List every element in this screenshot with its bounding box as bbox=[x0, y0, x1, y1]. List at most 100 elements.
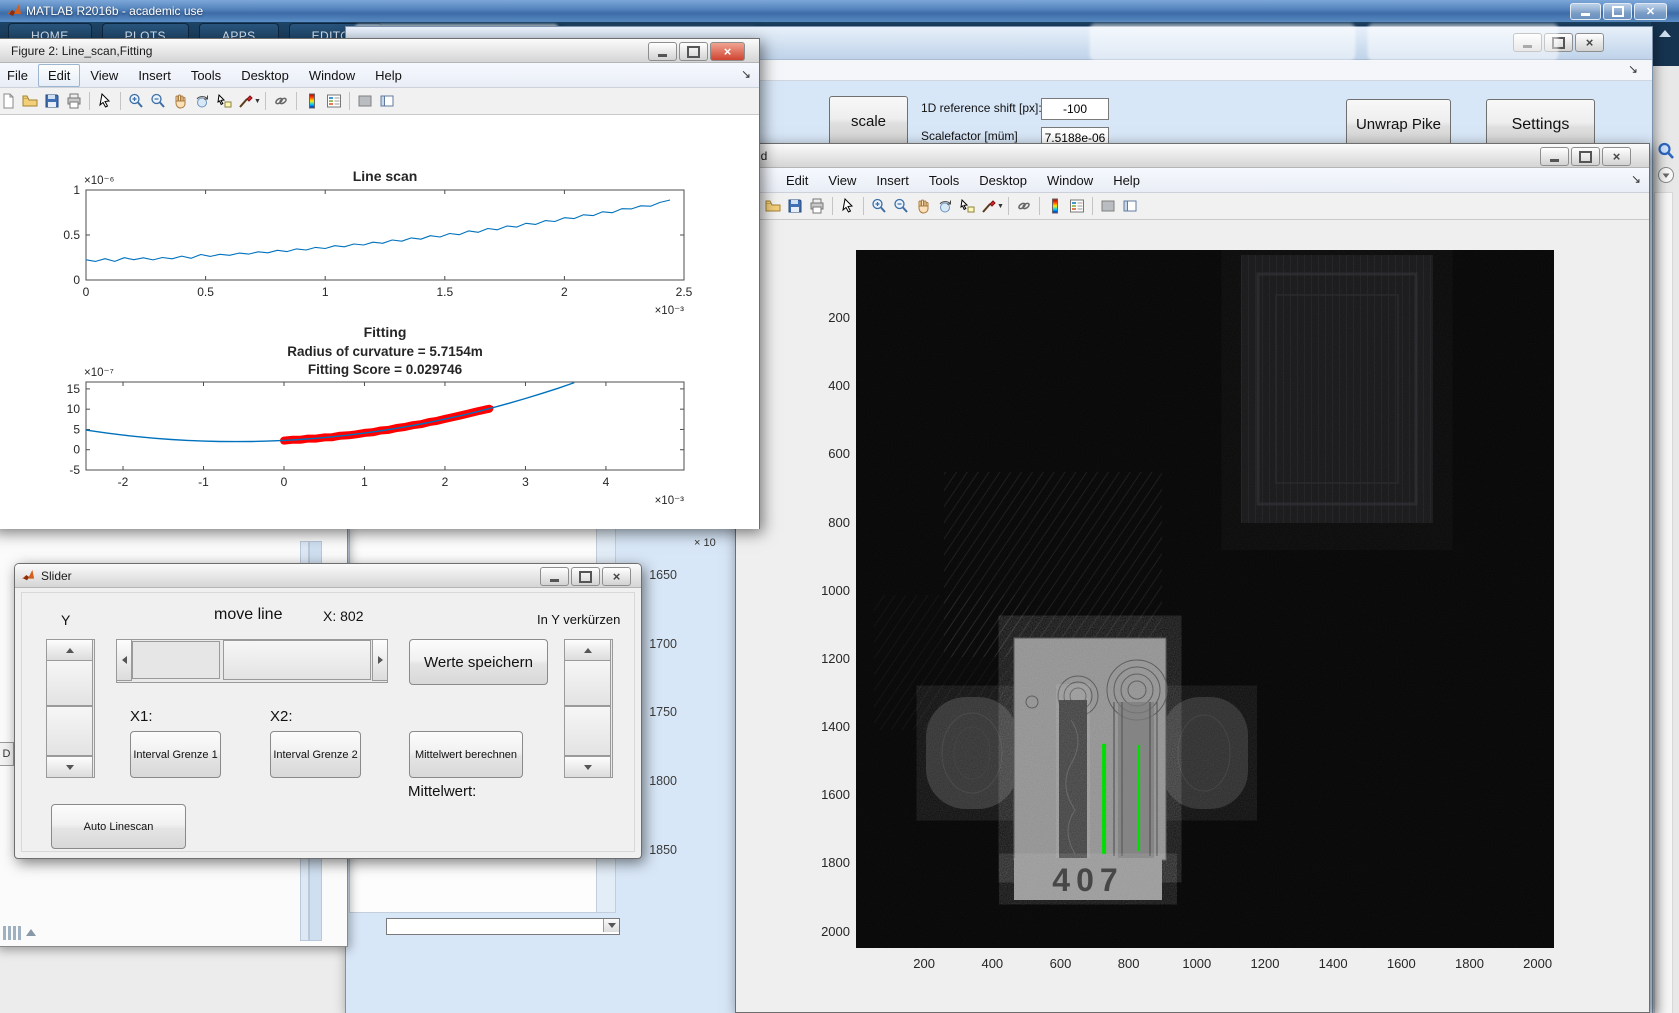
splitter-grip-icon[interactable] bbox=[18, 926, 21, 940]
menu-item-file[interactable]: File bbox=[0, 64, 38, 87]
unwrap-pike-button[interactable]: Unwrap Pike bbox=[1346, 99, 1451, 149]
open-folder-icon[interactable] bbox=[19, 91, 41, 111]
slider-down-icon[interactable] bbox=[46, 756, 93, 778]
menu-item-tools[interactable]: Tools bbox=[919, 169, 969, 192]
search-icon[interactable] bbox=[1657, 142, 1675, 160]
menu-item-desktop[interactable]: Desktop bbox=[231, 64, 299, 87]
menu-item-edit[interactable]: Edit bbox=[37, 63, 81, 87]
docked-panel-tab[interactable]: D bbox=[0, 742, 14, 766]
slider-up-icon[interactable] bbox=[564, 639, 611, 661]
print-icon[interactable] bbox=[806, 196, 828, 216]
colorbar-icon[interactable] bbox=[301, 91, 323, 111]
menu-item-help[interactable]: Help bbox=[1103, 169, 1150, 192]
zoom-out-icon[interactable] bbox=[890, 196, 912, 216]
slider-thumb[interactable] bbox=[223, 640, 371, 680]
slider-left-icon[interactable] bbox=[116, 639, 132, 681]
splitter-grip-icon[interactable] bbox=[3, 926, 6, 940]
minimize-icon[interactable] bbox=[540, 567, 569, 586]
gui-combobox[interactable] bbox=[386, 918, 620, 935]
menu-item-window[interactable]: Window bbox=[1037, 169, 1103, 192]
zoom-in-icon[interactable] bbox=[125, 91, 147, 111]
y-label: Y bbox=[61, 612, 71, 628]
menu-item-help[interactable]: Help bbox=[365, 64, 412, 87]
new-doc-icon[interactable] bbox=[0, 91, 19, 111]
move-line-slider[interactable] bbox=[116, 639, 388, 683]
interval-limit2-button[interactable]: Interval Grenze 2 bbox=[270, 731, 361, 778]
collapse-ribbon-icon[interactable] bbox=[1659, 30, 1671, 37]
zoom-out-icon[interactable] bbox=[147, 91, 169, 111]
slider-right-icon[interactable] bbox=[372, 639, 388, 681]
menu-item-edit[interactable]: Edit bbox=[776, 169, 818, 192]
image-y-tick-label: 400 bbox=[828, 378, 850, 394]
dock-arrow-icon[interactable]: ↘ bbox=[1631, 172, 1641, 186]
interval-limit1-button[interactable]: Interval Grenze 1 bbox=[130, 731, 221, 778]
pointer-icon[interactable] bbox=[837, 196, 859, 216]
close-icon[interactable]: × bbox=[1575, 33, 1604, 52]
slider-thumb[interactable] bbox=[564, 706, 611, 756]
pointer-icon[interactable] bbox=[94, 91, 116, 111]
zoom-in-icon[interactable] bbox=[868, 196, 890, 216]
close-icon[interactable]: ✕ bbox=[1634, 3, 1667, 20]
data-cursor-icon[interactable] bbox=[956, 196, 978, 216]
scale-button[interactable]: scale bbox=[829, 96, 908, 146]
expand-statusbar-icon[interactable] bbox=[26, 929, 36, 936]
minimize-icon[interactable] bbox=[648, 42, 677, 61]
combobox-arrow-icon[interactable] bbox=[603, 919, 619, 932]
calc-mean-button[interactable]: Mittelwert berechnen bbox=[409, 731, 523, 778]
menu-item-insert[interactable]: Insert bbox=[128, 64, 181, 87]
brush-dropdown-icon[interactable]: ▼ bbox=[997, 203, 1004, 210]
plottools-off-icon[interactable] bbox=[1097, 196, 1119, 216]
y-slider[interactable] bbox=[46, 639, 95, 778]
menu-item-window[interactable]: Window bbox=[299, 64, 365, 87]
slider-up-icon[interactable] bbox=[46, 639, 93, 661]
maximize-icon[interactable] bbox=[571, 567, 600, 586]
link-plots-icon[interactable] bbox=[270, 91, 292, 111]
rotate-3d-icon[interactable] bbox=[934, 196, 956, 216]
svg-text:0.5: 0.5 bbox=[197, 285, 214, 299]
expand-panel-icon[interactable] bbox=[1657, 166, 1675, 184]
maximize-icon[interactable] bbox=[1571, 147, 1600, 166]
slider-down-icon[interactable] bbox=[564, 756, 611, 778]
open-folder-icon[interactable] bbox=[762, 196, 784, 216]
save-icon[interactable] bbox=[784, 196, 806, 216]
save-values-button[interactable]: Werte speichern bbox=[409, 639, 548, 685]
data-cursor-icon[interactable] bbox=[213, 91, 235, 111]
link-plots-icon[interactable] bbox=[1013, 196, 1035, 216]
slider-thumb[interactable] bbox=[46, 660, 93, 706]
restore-icon[interactable] bbox=[1603, 3, 1632, 20]
legend-icon[interactable] bbox=[323, 91, 345, 111]
minimize-icon[interactable] bbox=[1570, 3, 1601, 20]
legend-icon[interactable] bbox=[1066, 196, 1088, 216]
menu-item-view[interactable]: View bbox=[80, 64, 128, 87]
slider-thumb[interactable] bbox=[46, 706, 93, 756]
close-icon[interactable]: × bbox=[710, 42, 745, 61]
pan-hand-icon[interactable] bbox=[912, 196, 934, 216]
pan-hand-icon[interactable] bbox=[169, 91, 191, 111]
menu-item-insert[interactable]: Insert bbox=[866, 169, 919, 192]
auto-linescan-button[interactable]: Auto Linescan bbox=[51, 804, 186, 849]
plottools-off-icon[interactable] bbox=[354, 91, 376, 111]
colorbar-icon[interactable] bbox=[1044, 196, 1066, 216]
splitter-grip-icon[interactable] bbox=[8, 926, 11, 940]
menu-item-tools[interactable]: Tools bbox=[181, 64, 231, 87]
brush-dropdown-icon[interactable]: ▼ bbox=[254, 98, 261, 105]
rotate-3d-icon[interactable] bbox=[191, 91, 213, 111]
shorten-y-slider[interactable] bbox=[564, 639, 613, 778]
menu-item-desktop[interactable]: Desktop bbox=[969, 169, 1037, 192]
minimize-icon[interactable] bbox=[1540, 147, 1569, 166]
plottools-on-icon[interactable] bbox=[1119, 196, 1141, 216]
close-icon[interactable]: × bbox=[1602, 147, 1631, 166]
close-icon[interactable]: × bbox=[602, 567, 631, 586]
slider-track-segment[interactable] bbox=[132, 641, 220, 679]
print-icon[interactable] bbox=[63, 91, 85, 111]
maximize-icon[interactable] bbox=[679, 42, 708, 61]
dock-arrow-icon[interactable]: ↘ bbox=[1628, 62, 1638, 76]
menu-item-view[interactable]: View bbox=[818, 169, 866, 192]
ref-shift-input[interactable] bbox=[1041, 98, 1109, 120]
plottools-on-icon[interactable] bbox=[376, 91, 398, 111]
dock-arrow-icon[interactable]: ↘ bbox=[741, 67, 751, 81]
image-x-tick-label: 2000 bbox=[1523, 956, 1553, 971]
splitter-grip-icon[interactable] bbox=[13, 926, 16, 940]
save-icon[interactable] bbox=[41, 91, 63, 111]
slider-thumb[interactable] bbox=[564, 660, 611, 706]
